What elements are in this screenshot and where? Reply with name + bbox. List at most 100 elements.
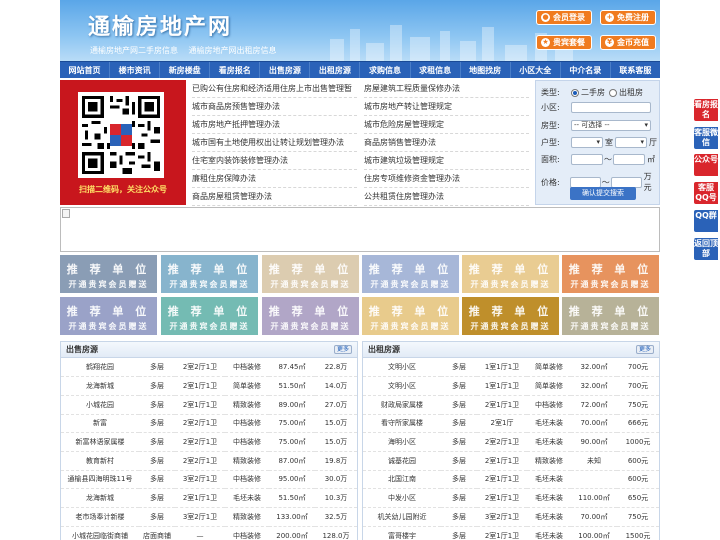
- table-cell[interactable]: 看守所家属楼: [363, 414, 441, 434]
- recommended-unit-tile[interactable]: 推 荐 单 位开通贵宾会员赠送: [362, 255, 459, 293]
- recommended-unit-tile[interactable]: 推 荐 单 位开通贵宾会员赠送: [161, 297, 258, 335]
- table-cell[interactable]: 海明小区: [363, 432, 441, 452]
- nav-new-homes[interactable]: 新房楼盘: [160, 62, 211, 78]
- table-row[interactable]: 文明小区 多层 1室1厅1卫 简单装修 32.00㎡ 700元: [363, 376, 659, 396]
- table-cell[interactable]: 机关幼儿园附近: [363, 507, 441, 527]
- table-cell[interactable]: 龙海新城: [61, 376, 139, 396]
- recommended-unit-tile[interactable]: 推 荐 单 位开通贵宾会员赠送: [262, 255, 359, 293]
- recommended-unit-tile[interactable]: 推 荐 单 位开通贵宾会员赠送: [462, 255, 559, 293]
- table-row[interactable]: 龙海新城 多层 2室1厅1卫 毛坯未装 51.50㎡ 10.3万: [61, 488, 357, 508]
- nav-want-to-buy[interactable]: 求购信息: [360, 62, 411, 78]
- site-title[interactable]: 通榆房地产网: [88, 9, 232, 41]
- secondhand-info-link[interactable]: 通榆房地产网二手房信息: [90, 46, 178, 55]
- table-row[interactable]: 看守所家属楼 多层 2室1厅 毛坯未装 70.00㎡ 666元: [363, 414, 659, 434]
- halls-select[interactable]: ▾: [615, 137, 647, 148]
- news-link[interactable]: 商品房销售管理办法: [364, 134, 529, 152]
- table-cell[interactable]: 财政局家属楼: [363, 395, 441, 415]
- table-cell[interactable]: 龙海新城: [61, 488, 139, 508]
- table-row[interactable]: 通榆县四海明珠11号 多层 3室2厅1卫 中档装修 95.00㎡ 30.0万: [61, 470, 357, 490]
- table-cell[interactable]: 教育新村: [61, 451, 139, 471]
- table-row[interactable]: 新富林语家属楼 多层 2室2厅1卫 中档装修 75.00㎡ 15.0万: [61, 432, 357, 452]
- news-link[interactable]: 住宅室内装饰装修管理办法: [192, 152, 357, 170]
- table-cell[interactable]: 鹤翔花园: [61, 358, 139, 378]
- member-login-button[interactable]: ● 会员登录: [536, 10, 592, 25]
- recommended-unit-tile[interactable]: 推 荐 单 位开通贵宾会员赠送: [462, 297, 559, 335]
- side-wechat-support[interactable]: 客服微信: [694, 127, 718, 149]
- nav-for-rent[interactable]: 出租房源: [310, 62, 361, 78]
- recommended-unit-tile[interactable]: 推 荐 单 位开通贵宾会员赠送: [562, 297, 659, 335]
- table-row[interactable]: 小城花园临街商铺 店面商铺 — 中档装修 200.00㎡ 128.0万: [61, 526, 357, 540]
- news-link[interactable]: 城市国有土地使用权出让转让规划管理办法: [192, 134, 357, 152]
- table-row[interactable]: 海明小区 多层 2室2厅1卫 毛坯未装 90.00㎡ 1000元: [363, 432, 659, 452]
- news-link[interactable]: 公共租赁住房管理办法: [364, 188, 529, 206]
- nav-home[interactable]: 网站首页: [60, 62, 111, 78]
- nav-news[interactable]: 楼市资讯: [110, 62, 161, 78]
- table-cell[interactable]: 通榆县四海明珠11号: [61, 470, 139, 490]
- area-min-input[interactable]: [571, 154, 603, 165]
- table-cell[interactable]: 新富林语家属楼: [61, 432, 139, 452]
- nav-agents[interactable]: 中介名录: [561, 62, 611, 78]
- news-link[interactable]: 商品房屋租赁管理办法: [192, 188, 357, 206]
- table-row[interactable]: 老市场奉计新楼 多层 3室2厅1卫 精致装修 133.00㎡ 32.5万: [61, 507, 357, 527]
- side-back-to-top[interactable]: 返回顶部: [694, 238, 718, 260]
- table-row[interactable]: 新富 多层 2室2厅1卫 中档装修 75.00㎡ 15.0万: [61, 414, 357, 434]
- news-link[interactable]: 城市商品房预售管理办法: [192, 98, 357, 116]
- side-official-account[interactable]: 公众号: [694, 154, 718, 176]
- table-row[interactable]: 诚基花园 多层 2室1厅1卫 精致装修 未知 600元: [363, 451, 659, 471]
- rental-info-link[interactable]: 通榆房地产网出租房信息: [189, 46, 277, 55]
- news-link[interactable]: 廉租住房保障办法: [192, 170, 357, 188]
- community-input[interactable]: [571, 102, 651, 113]
- table-row[interactable]: 财政局家属楼 多层 2室1厅1卫 中档装修 72.00㎡ 750元: [363, 395, 659, 415]
- free-register-button[interactable]: + 免费注册: [600, 10, 656, 25]
- nav-viewing-signup[interactable]: 看房报名: [210, 62, 261, 78]
- table-cell[interactable]: 小城花园: [61, 395, 139, 415]
- table-row[interactable]: 机关幼儿园附近 多层 3室2厅1卫 毛坯未装 70.00㎡ 750元: [363, 507, 659, 527]
- news-link[interactable]: 城市房地产转让管理规定: [364, 98, 529, 116]
- nav-map-search[interactable]: 地图找房: [461, 62, 511, 78]
- coin-recharge-button[interactable]: ¥ 金币充值: [600, 35, 656, 50]
- table-row[interactable]: 教育新村 多层 2室2厅1卫 精致装修 87.00㎡ 19.8万: [61, 451, 357, 471]
- table-row[interactable]: 鹤翔花园 多层 2室2厅1卫 中档装修 87.45㎡ 22.8万: [61, 358, 357, 378]
- rooms-select[interactable]: ▾: [571, 137, 603, 148]
- area-max-input[interactable]: [613, 154, 645, 165]
- banner-ad[interactable]: [60, 207, 660, 252]
- table-cell[interactable]: 中发小区: [363, 488, 441, 508]
- nav-communities[interactable]: 小区大全: [511, 62, 561, 78]
- table-row[interactable]: 北国江南 多层 2室1厅1卫 毛坯未装 600元: [363, 470, 659, 490]
- nav-for-sale[interactable]: 出售房源: [260, 62, 311, 78]
- recommended-unit-tile[interactable]: 推 荐 单 位开通贵宾会员赠送: [60, 297, 157, 335]
- side-qq-group[interactable]: QQ群: [694, 210, 718, 232]
- news-link[interactable]: 已购公有住房和经济适用住房上市出售管理暂: [192, 80, 357, 98]
- news-link[interactable]: 城市房地产抵押管理办法: [192, 116, 357, 134]
- recommended-unit-tile[interactable]: 推 荐 单 位开通贵宾会员赠送: [362, 297, 459, 335]
- table-cell[interactable]: 北国江南: [363, 470, 441, 490]
- news-link[interactable]: 城市建筑垃圾管理规定: [364, 152, 529, 170]
- price-min-input[interactable]: [569, 176, 601, 188]
- news-link[interactable]: 城市危险房屋管理规定: [364, 116, 529, 134]
- house-type-select[interactable]: -- 可选择 -- ▾: [571, 120, 651, 131]
- table-row[interactable]: 富哥楼宇 多层 2室1厅1卫 毛坯未装 100.00㎡ 1500元: [363, 526, 659, 540]
- table-cell[interactable]: 新富: [61, 414, 139, 434]
- search-submit-button[interactable]: 确认提交搜索: [570, 187, 636, 200]
- side-qq-support[interactable]: 客服QQ号: [694, 182, 718, 204]
- rent-more-button[interactable]: 更多: [636, 345, 654, 354]
- table-cell[interactable]: 文明小区: [363, 376, 441, 396]
- table-cell[interactable]: 富哥楼宇: [363, 526, 441, 540]
- rental-radio[interactable]: [609, 88, 617, 97]
- news-link[interactable]: 住房专项维修资金管理办法: [364, 170, 529, 188]
- table-cell[interactable]: 小城花园临街商铺: [61, 526, 139, 540]
- table-cell[interactable]: 老市场奉计新楼: [61, 507, 139, 527]
- table-row[interactable]: 文明小区 多层 1室1厅1卫 简单装修 32.00㎡ 700元: [363, 358, 659, 378]
- recommended-unit-tile[interactable]: 推 荐 单 位开通贵宾会员赠送: [562, 255, 659, 293]
- recommended-unit-tile[interactable]: 推 荐 单 位开通贵宾会员赠送: [161, 255, 258, 293]
- table-cell[interactable]: 诚基花园: [363, 451, 441, 471]
- sale-more-button[interactable]: 更多: [334, 345, 352, 354]
- table-row[interactable]: 中发小区 多层 2室1厅1卫 毛坯未装 110.00㎡ 650元: [363, 488, 659, 508]
- price-max-input[interactable]: [610, 176, 642, 188]
- side-viewing-signup[interactable]: 看房报名: [694, 99, 718, 121]
- table-row[interactable]: 龙海新城 多层 2室1厅1卫 简单装修 51.50㎡ 14.0万: [61, 376, 357, 396]
- recommended-unit-tile[interactable]: 推 荐 单 位开通贵宾会员赠送: [60, 255, 157, 293]
- table-cell[interactable]: 文明小区: [363, 358, 441, 378]
- news-link[interactable]: 房屋建筑工程质量保修办法: [364, 80, 529, 98]
- table-row[interactable]: 小城花园 多层 2室1厅1卫 精致装修 89.00㎡ 27.0万: [61, 395, 357, 415]
